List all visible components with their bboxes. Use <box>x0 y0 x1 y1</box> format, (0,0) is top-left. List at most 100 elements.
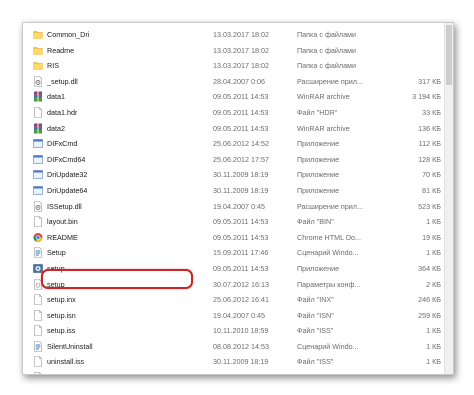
app-icon <box>33 185 43 196</box>
file-row[interactable]: Common_Dri 13.03.2017 18:02 Папка с файлам… <box>23 27 443 43</box>
file-row[interactable]: Setup 15.09.2011 17:46 Сценарий Windo... 1 … <box>23 245 443 261</box>
file-size: 19 КБ <box>422 232 441 242</box>
file-date: 25.06.2012 14:52 <box>213 139 269 149</box>
file-row[interactable]: SilentUninstall 08.08.2012 14:53 Сценарий … <box>23 339 443 355</box>
file-icon <box>33 107 43 118</box>
file-size: 128 КБ <box>418 154 441 164</box>
file-date: 09.05.2011 14:53 <box>213 263 269 273</box>
file-name: DIFxCmd64 <box>47 154 86 164</box>
file-row[interactable]: Readme 13.03.2017 18:02 Папка с файлами <box>23 43 443 59</box>
file-type: Расширение прил... <box>297 201 363 211</box>
file-size: 1 КБ <box>381 370 441 374</box>
file-name: Readme <box>47 45 75 55</box>
file-size: 1 КБ <box>426 217 441 227</box>
file-size: 364 КБ <box>418 263 441 273</box>
file-type: Сценарий Windo... <box>297 341 359 351</box>
file-date: 09.05.2011 14:53 <box>213 92 269 102</box>
archive-icon <box>33 123 43 134</box>
file-row[interactable]: update.iss 30.04.2009 14:55 Файл "ISS" 1 КБ <box>23 370 443 374</box>
ini-icon <box>33 278 43 290</box>
file-size: 112 КБ <box>418 139 441 149</box>
file-row[interactable]: setup 09.05.2011 14:53 Приложение 364 КБ <box>23 261 443 277</box>
folder-icon <box>33 60 43 71</box>
file-date: 09.05.2011 14:53 <box>213 123 269 133</box>
file-row[interactable]: ISSetup.dll 19.04.2007 0:45 Расширение при… <box>23 199 443 215</box>
file-date: 08.08.2012 14:53 <box>213 341 269 351</box>
file-name: ISSetup.dll <box>47 201 82 211</box>
file-name: Common_Dri <box>47 30 90 39</box>
file-icon <box>33 372 43 374</box>
file-type: Приложение <box>297 170 340 180</box>
file-name: Setup <box>47 248 66 258</box>
file-date: 09.05.2011 14:53 <box>213 217 269 227</box>
app-icon <box>33 169 43 180</box>
file-size: 33 КБ <box>422 107 441 117</box>
file-name: update.iss <box>47 370 80 374</box>
file-name: data1.hdr <box>47 107 78 117</box>
file-name: setup <box>47 263 65 273</box>
file-row[interactable]: uninstall.iss 30.11.2009 18:19 Файл "ISS" 1… <box>23 354 443 370</box>
file-date: 30.11.2009 18:19 <box>213 185 269 195</box>
file-row[interactable]: setup.inx 25.06.2012 16:41 Файл "INX" 246 К… <box>23 292 443 308</box>
file-size: 523 КБ <box>418 201 441 211</box>
setup-icon <box>33 263 43 274</box>
file-type: Папка с файлами <box>297 61 357 71</box>
file-row[interactable]: DriUpdate32 30.11.2009 18:19 Приложение 70 … <box>23 167 443 183</box>
file-row[interactable]: data2 09.05.2011 14:53 WinRAR archive 136 К… <box>23 121 443 137</box>
file-date: 13.03.2017 18:02 <box>213 61 269 71</box>
file-type: Файл "INX" <box>297 295 334 305</box>
file-name: uninstall.iss <box>47 357 85 367</box>
file-type: WinRAR archive <box>297 123 350 133</box>
file-name: data1 <box>47 92 65 102</box>
file-size: 70 КБ <box>422 170 441 180</box>
chrome-icon <box>33 232 43 243</box>
file-name: layout.bin <box>47 217 78 227</box>
file-row[interactable]: setup.isn 19.04.2007 0:45 Файл "ISN" 259 КБ <box>23 308 443 324</box>
file-name: SilentUninstall <box>47 341 93 351</box>
file-name: data2 <box>47 123 65 133</box>
file-size: 1 КБ <box>426 341 441 351</box>
file-size: 3 194 КБ <box>412 92 441 102</box>
archive-icon <box>33 91 43 102</box>
file-size: 2 КБ <box>426 279 441 289</box>
file-size: 1 КБ <box>426 357 441 367</box>
file-type: WinRAR archive <box>297 92 350 102</box>
folder-icon <box>33 45 43 56</box>
file-row[interactable]: setup 30.07.2012 16:13 Параметры конф... 2 … <box>23 277 443 293</box>
file-size: 317 КБ <box>418 76 441 86</box>
file-row[interactable]: DriUpdate64 30.11.2009 18:19 Приложение 81 … <box>23 183 443 199</box>
file-size: 259 КБ <box>418 310 441 320</box>
file-type: Файл "ISS" <box>297 357 334 367</box>
file-row[interactable]: RIS 13.03.2017 18:02 Папка с файлами <box>23 58 443 74</box>
file-name: DriUpdate64 <box>47 185 88 195</box>
file-name: RIS <box>47 61 59 71</box>
file-date: 30.04.2009 14:55 <box>213 370 269 374</box>
file-size: 136 КБ <box>418 123 441 133</box>
file-date: 09.05.2011 14:53 <box>213 107 269 117</box>
file-row[interactable]: data1 09.05.2011 14:53 WinRAR archive 3 194… <box>23 89 443 105</box>
file-icon <box>33 216 43 227</box>
file-row[interactable]: setup.iss 10.11.2010 18:59 Файл "ISS" 1 КБ <box>23 323 443 339</box>
file-icon <box>33 309 43 321</box>
file-row[interactable]: DIFxCmd 25.06.2012 14:52 Приложение 112 КБ <box>23 136 443 152</box>
file-icon <box>33 325 43 337</box>
file-name: README <box>47 232 78 242</box>
app-icon <box>33 154 43 165</box>
file-row[interactable]: data1.hdr 09.05.2011 14:53 Файл "HDR" 33 КБ <box>23 105 443 121</box>
file-row[interactable]: layout.bin 09.05.2011 14:53 Файл "BIN" 1 КБ <box>23 214 443 230</box>
scrollbar-thumb[interactable] <box>446 25 452 85</box>
file-type: Файл "HDR" <box>297 107 338 117</box>
file-type: Файл "BIN" <box>297 217 334 227</box>
file-row[interactable]: README 09.05.2011 14:53 Chrome HTML Do... 1… <box>23 230 443 246</box>
file-date: 09.05.2011 14:53 <box>213 232 269 242</box>
vertical-scrollbar[interactable] <box>444 23 453 374</box>
file-size: 81 КБ <box>422 185 441 195</box>
file-icon <box>33 294 43 305</box>
file-name: setup.iss <box>47 326 76 336</box>
file-row[interactable]: _setup.dll 28.04.2007 0:06 Расширение прил… <box>23 74 443 90</box>
app-icon <box>33 138 43 149</box>
file-name: setup <box>47 279 65 289</box>
file-date: 19.04.2007 0:45 <box>213 310 265 320</box>
file-row[interactable]: DIFxCmd64 25.06.2012 17:57 Приложение 128 К… <box>23 152 443 168</box>
folder-icon <box>33 29 43 40</box>
